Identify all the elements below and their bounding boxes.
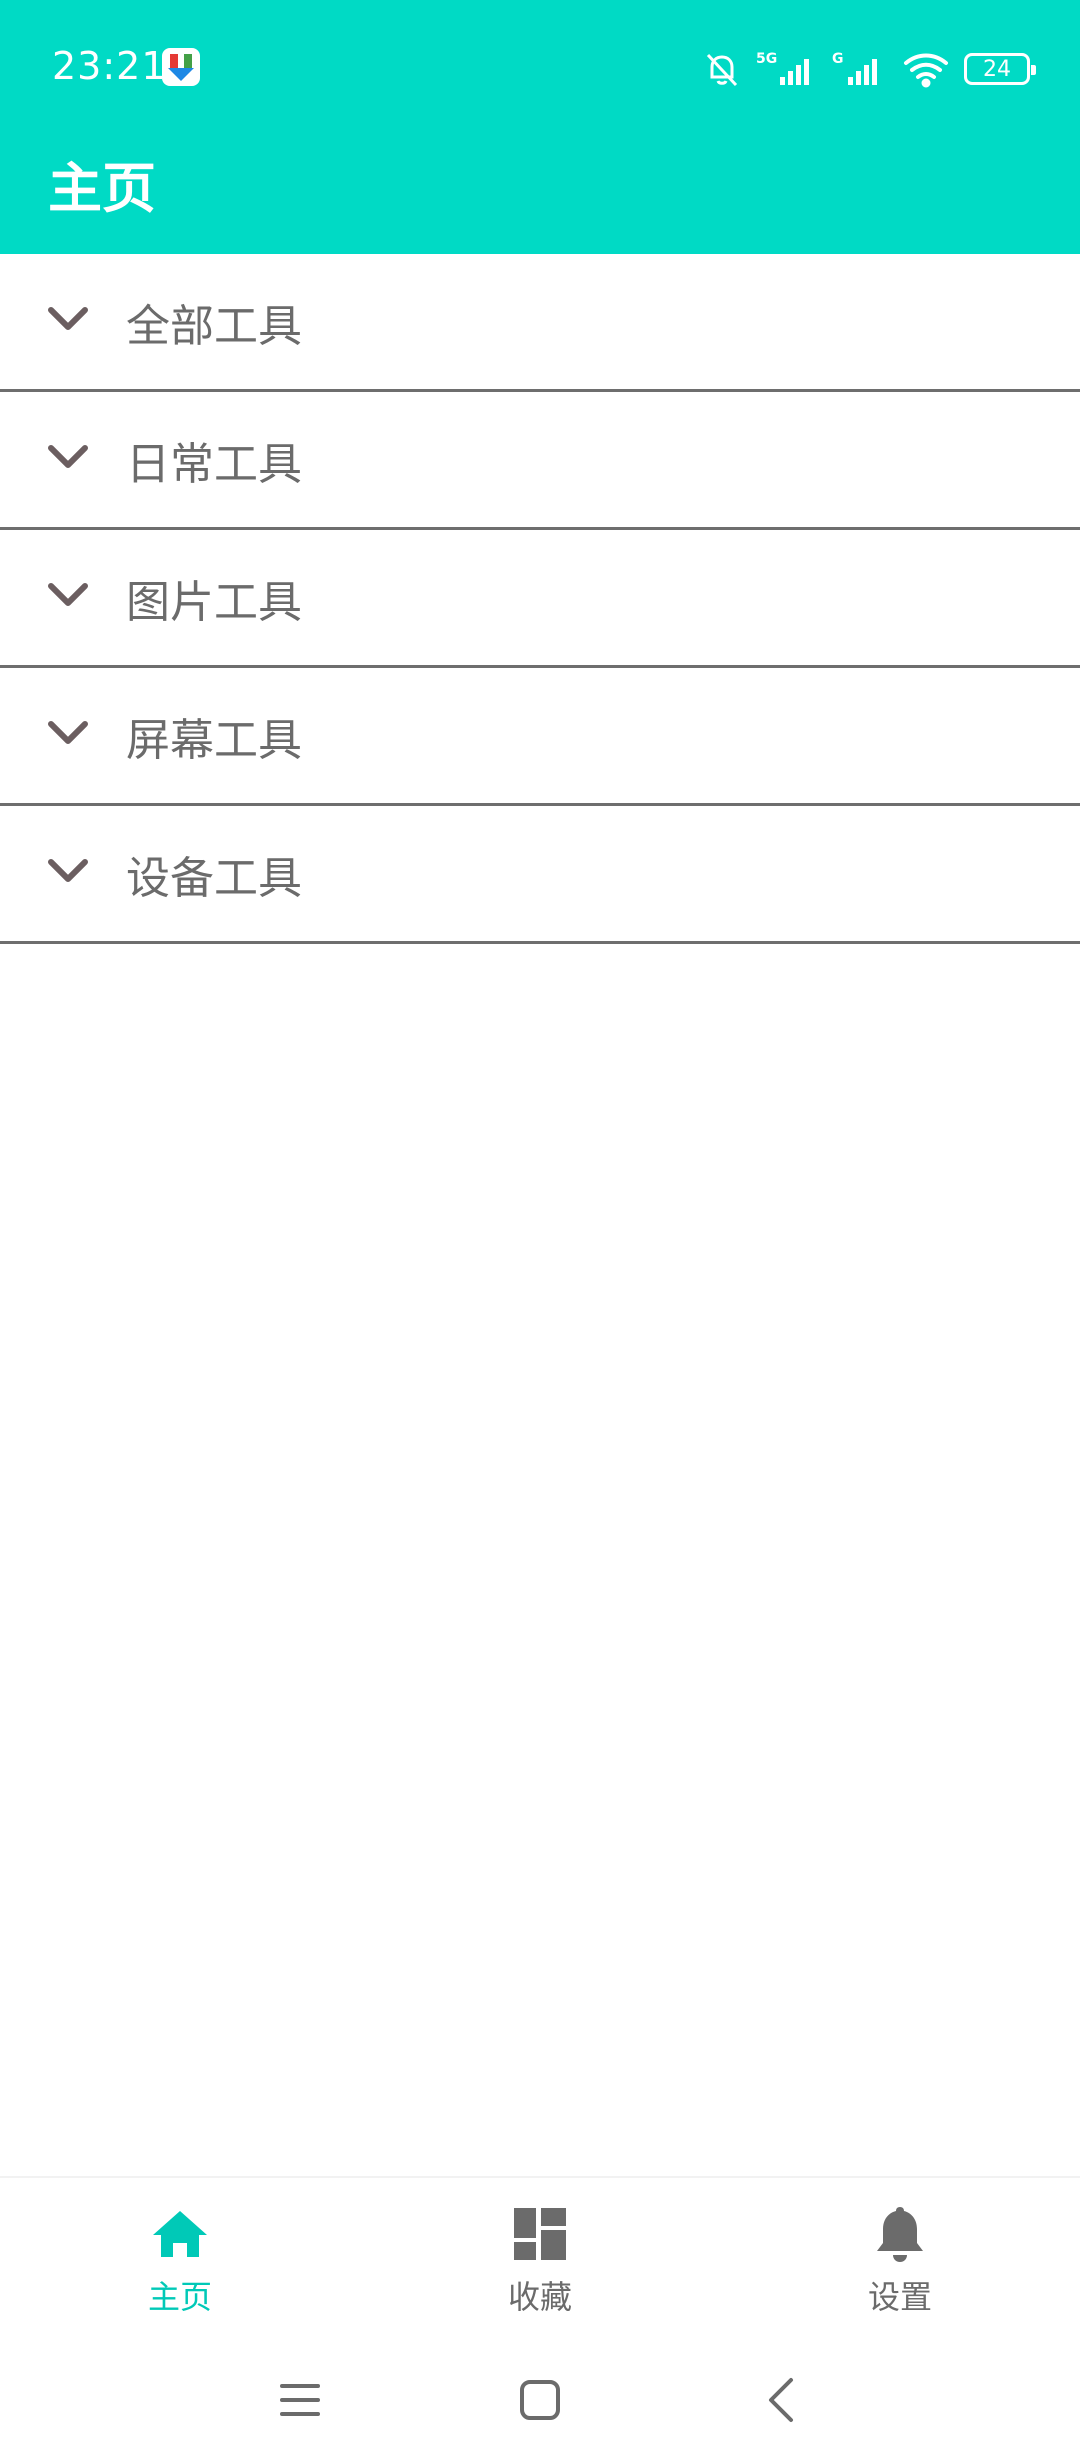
category-label: 设备工具 xyxy=(126,852,302,904)
nav-label-home: 主页 xyxy=(147,2278,212,2316)
chevron-down-icon xyxy=(46,718,90,752)
category-item-daily[interactable]: 日常工具 xyxy=(0,392,1080,530)
back-button[interactable] xyxy=(740,2370,820,2430)
battery-icon: 24 xyxy=(964,53,1036,85)
signal-5g-icon: 5G xyxy=(756,49,818,89)
category-item-screen[interactable]: 屏幕工具 xyxy=(0,668,1080,806)
category-item-all[interactable]: 全部工具 xyxy=(0,254,1080,392)
nav-label-settings: 设置 xyxy=(867,2278,932,2316)
chevron-down-icon xyxy=(46,442,90,476)
page-title: 主页 xyxy=(48,157,156,220)
status-time: 23:21 xyxy=(52,44,167,88)
home-button[interactable] xyxy=(500,2370,580,2430)
category-label: 图片工具 xyxy=(126,576,302,628)
header: 23:21 5G G 24 主页 xyxy=(0,0,1080,254)
download-app-icon xyxy=(162,48,200,86)
bell-icon xyxy=(875,2204,925,2264)
nav-item-favorites[interactable]: 收藏 xyxy=(360,2178,720,2342)
recent-apps-button[interactable] xyxy=(260,2370,340,2430)
chevron-down-icon xyxy=(46,856,90,890)
menu-icon xyxy=(280,2384,320,2416)
category-item-image[interactable]: 图片工具 xyxy=(0,530,1080,668)
nav-label-favorites: 收藏 xyxy=(507,2278,572,2316)
status-icons: 5G G 24 xyxy=(702,44,1036,94)
signal-g-icon: G xyxy=(832,49,888,89)
category-item-device[interactable]: 设备工具 xyxy=(0,806,1080,944)
svg-text:G: G xyxy=(832,51,844,67)
app-root: 23:21 5G G 24 主页 全部工具 日常工具 图片工具 屏幕工具 设备工… xyxy=(0,0,1080,2460)
system-navigation-bar xyxy=(0,2340,1080,2460)
dashboard-icon xyxy=(514,2204,566,2264)
home-icon xyxy=(151,2204,209,2264)
chevron-down-icon xyxy=(46,580,90,614)
category-label: 日常工具 xyxy=(126,438,302,490)
bottom-navigation: 主页 收藏 设置 xyxy=(0,2176,1080,2340)
battery-level: 24 xyxy=(983,56,1011,82)
chevron-down-icon xyxy=(46,304,90,338)
status-bar: 23:21 5G G 24 xyxy=(0,0,1080,132)
svg-text:5G: 5G xyxy=(756,51,777,67)
back-chevron-icon xyxy=(769,2378,793,2422)
square-icon xyxy=(520,2380,560,2420)
mute-bell-icon xyxy=(702,49,742,89)
nav-item-settings[interactable]: 设置 xyxy=(720,2178,1080,2342)
category-list: 全部工具 日常工具 图片工具 屏幕工具 设备工具 xyxy=(0,254,1080,944)
category-label: 屏幕工具 xyxy=(126,714,302,766)
wifi-icon xyxy=(902,49,950,89)
nav-item-home[interactable]: 主页 xyxy=(0,2178,360,2342)
category-label: 全部工具 xyxy=(126,300,302,352)
